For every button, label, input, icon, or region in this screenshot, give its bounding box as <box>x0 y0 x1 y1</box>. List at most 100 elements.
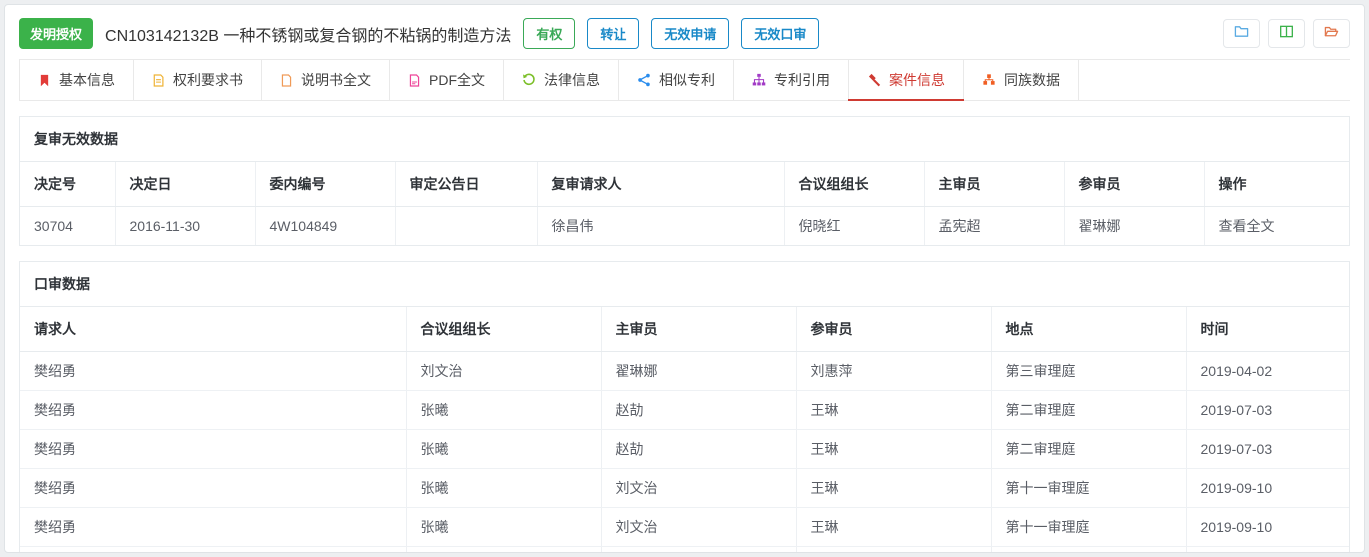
table-cell: 张曦 <box>406 390 602 430</box>
section-title: 口审数据 <box>20 262 1349 307</box>
tab-claims[interactable]: 权利要求书 <box>134 60 262 100</box>
table-cell: 樊绍勇 <box>20 390 407 430</box>
table-row: 樊绍勇 张曦 赵劼 王琳 第二审理庭 2019-07-03 <box>20 390 1349 430</box>
status-badge-valid[interactable]: 有权 <box>523 18 576 49</box>
table-cell: 2019-04-02 <box>1186 351 1349 391</box>
tab-similar-patents[interactable]: 相似专利 <box>619 60 734 100</box>
sitemap-icon <box>752 73 766 87</box>
split-columns-icon <box>1279 24 1294 44</box>
table-cell: 王琳 <box>796 429 992 469</box>
table-cell: 刘惠萍 <box>796 351 992 391</box>
table-row: 樊绍勇 刘文治 翟琳娜 刘惠萍 第三审理庭 2019-04-02 <box>20 351 1349 391</box>
tab-basic-info[interactable]: 基本信息 <box>19 60 134 100</box>
folder-button[interactable] <box>1223 19 1260 48</box>
review-invalid-table: 决定号 决定日 委内编号 审定公告日 复审请求人 合议组组长 主审员 参审员 操… <box>20 162 1349 245</box>
tab-case-info[interactable]: 案件信息 <box>848 60 964 101</box>
table-header-row: 请求人 合议组组长 主审员 参审员 地点 时间 <box>20 307 1349 352</box>
detail-tabbar: 基本信息 权利要求书 说明书全文 PDF全文 法律信息 相似专利 专利引用 案件… <box>19 59 1350 101</box>
table-cell: 第十一审理庭 <box>991 468 1187 508</box>
export-button[interactable] <box>1313 19 1350 48</box>
table-cell: 第二审理庭 <box>991 429 1187 469</box>
history-icon <box>522 73 536 87</box>
split-view-button[interactable] <box>1268 19 1305 48</box>
table-cell: 张曦 <box>406 429 602 469</box>
table-cell: 第三审理庭 <box>991 351 1187 391</box>
tab-label: 法律信息 <box>544 72 600 88</box>
table-cell: 樊绍勇 <box>20 351 407 391</box>
review-invalid-section: 复审无效数据 决定号 决定日 委内编号 审定公告日 复审请求人 合议组组长 主审… <box>19 116 1350 246</box>
table-cell: 王琳 <box>796 390 992 430</box>
table-cell: 2019-09-10 <box>1186 507 1349 547</box>
table-cell: 徐昌伟 <box>537 206 785 245</box>
column-header: 主审员 <box>601 307 797 352</box>
tab-description[interactable]: 说明书全文 <box>262 60 390 100</box>
column-header: 参审员 <box>1064 162 1205 207</box>
table-row: 樊绍勇 张曦 赵劼 王琳 第二审理庭 2019-07-03 <box>20 429 1349 469</box>
table-cell: 张曦 <box>406 546 602 552</box>
table-cell: 王琳 <box>796 546 992 552</box>
header-actions <box>1223 19 1350 48</box>
column-header: 合议组组长 <box>406 307 602 352</box>
file-lines-icon <box>152 73 165 87</box>
table-cell <box>395 206 538 245</box>
table-header-row: 决定号 决定日 委内编号 审定公告日 复审请求人 合议组组长 主审员 参审员 操… <box>20 162 1349 207</box>
table-cell: 张曦 <box>406 468 602 508</box>
folder-icon <box>1234 24 1249 44</box>
tab-label: 权利要求书 <box>173 72 243 88</box>
tab-legal-info[interactable]: 法律信息 <box>504 60 619 100</box>
section-title: 复审无效数据 <box>20 117 1349 162</box>
tab-citations[interactable]: 专利引用 <box>734 60 849 100</box>
view-fulltext-link[interactable]: 查看全文 <box>1204 207 1349 246</box>
oral-hearing-section: 口审数据 请求人 合议组组长 主审员 参审员 地点 时间 樊绍勇 刘文治 翟琳娜… <box>19 261 1350 553</box>
column-header: 委内编号 <box>255 162 396 207</box>
table-row: 樊绍勇 张曦 刘文治 王琳 第十一审理庭 2019-09-10 <box>20 468 1349 508</box>
table-cell: 2019-09-10 <box>1186 468 1349 508</box>
column-header: 地点 <box>991 307 1187 352</box>
patent-detail-panel: 发明授权 CN103142132B 一种不锈钢或复合钢的不粘锅的制造方法 有权 … <box>4 4 1365 553</box>
column-header: 参审员 <box>796 307 992 352</box>
status-badge-invalid-request[interactable]: 无效申请 <box>651 18 730 49</box>
table-cell: 樊绍勇 <box>20 468 407 508</box>
table-row: 30704 2016-11-30 4W104849 徐昌伟 倪晓红 孟宪超 翟琳… <box>20 206 1349 246</box>
patent-header: 发明授权 CN103142132B 一种不锈钢或复合钢的不粘锅的制造方法 有权 … <box>5 5 1364 59</box>
table-row: 管自英 张曦 刘文治 王琳 第十一审理庭 2019-09-10 <box>20 546 1349 553</box>
table-cell: 王琳 <box>796 468 992 508</box>
family-icon <box>982 73 996 87</box>
column-header: 时间 <box>1186 307 1349 352</box>
table-cell: 张曦 <box>406 507 602 547</box>
tab-label: 案件信息 <box>889 72 945 88</box>
tab-pdf[interactable]: PDF全文 <box>390 60 504 100</box>
table-row: 樊绍勇 张曦 刘文治 王琳 第十一审理庭 2019-09-10 <box>20 507 1349 547</box>
column-header: 主审员 <box>924 162 1065 207</box>
tab-label: 专利引用 <box>774 72 830 88</box>
column-header: 合议组组长 <box>784 162 925 207</box>
table-cell: 翟琳娜 <box>1064 206 1205 245</box>
status-badge-transfer[interactable]: 转让 <box>587 18 640 49</box>
table-cell: 王琳 <box>796 507 992 547</box>
table-cell: 2016-11-30 <box>115 206 256 245</box>
file-pdf-icon <box>408 73 421 87</box>
table-cell: 2019-07-03 <box>1186 429 1349 469</box>
column-header: 复审请求人 <box>537 162 785 207</box>
table-cell: 2019-07-03 <box>1186 390 1349 430</box>
column-header: 操作 <box>1204 162 1349 207</box>
patent-title: CN103142132B 一种不锈钢或复合钢的不粘锅的制造方法 <box>105 27 512 45</box>
table-cell: 刘文治 <box>601 468 797 508</box>
tab-label: 说明书全文 <box>301 72 371 88</box>
tab-family-data[interactable]: 同族数据 <box>964 60 1079 100</box>
tab-label: 基本信息 <box>59 72 115 88</box>
tab-label: PDF全文 <box>429 72 485 88</box>
table-cell: 赵劼 <box>601 390 797 430</box>
status-badge-invalid-oral[interactable]: 无效口审 <box>741 18 820 49</box>
table-cell: 30704 <box>20 206 116 245</box>
column-header: 决定号 <box>20 162 116 207</box>
table-cell: 第二审理庭 <box>991 390 1187 430</box>
share-icon <box>637 73 651 87</box>
table-cell: 赵劼 <box>601 429 797 469</box>
table-cell: 樊绍勇 <box>20 429 407 469</box>
tab-label: 相似专利 <box>659 72 715 88</box>
column-header: 审定公告日 <box>395 162 538 207</box>
table-cell: 2019-09-10 <box>1186 547 1349 553</box>
bookmark-icon <box>38 74 51 87</box>
table-cell: 刘文治 <box>406 351 602 391</box>
